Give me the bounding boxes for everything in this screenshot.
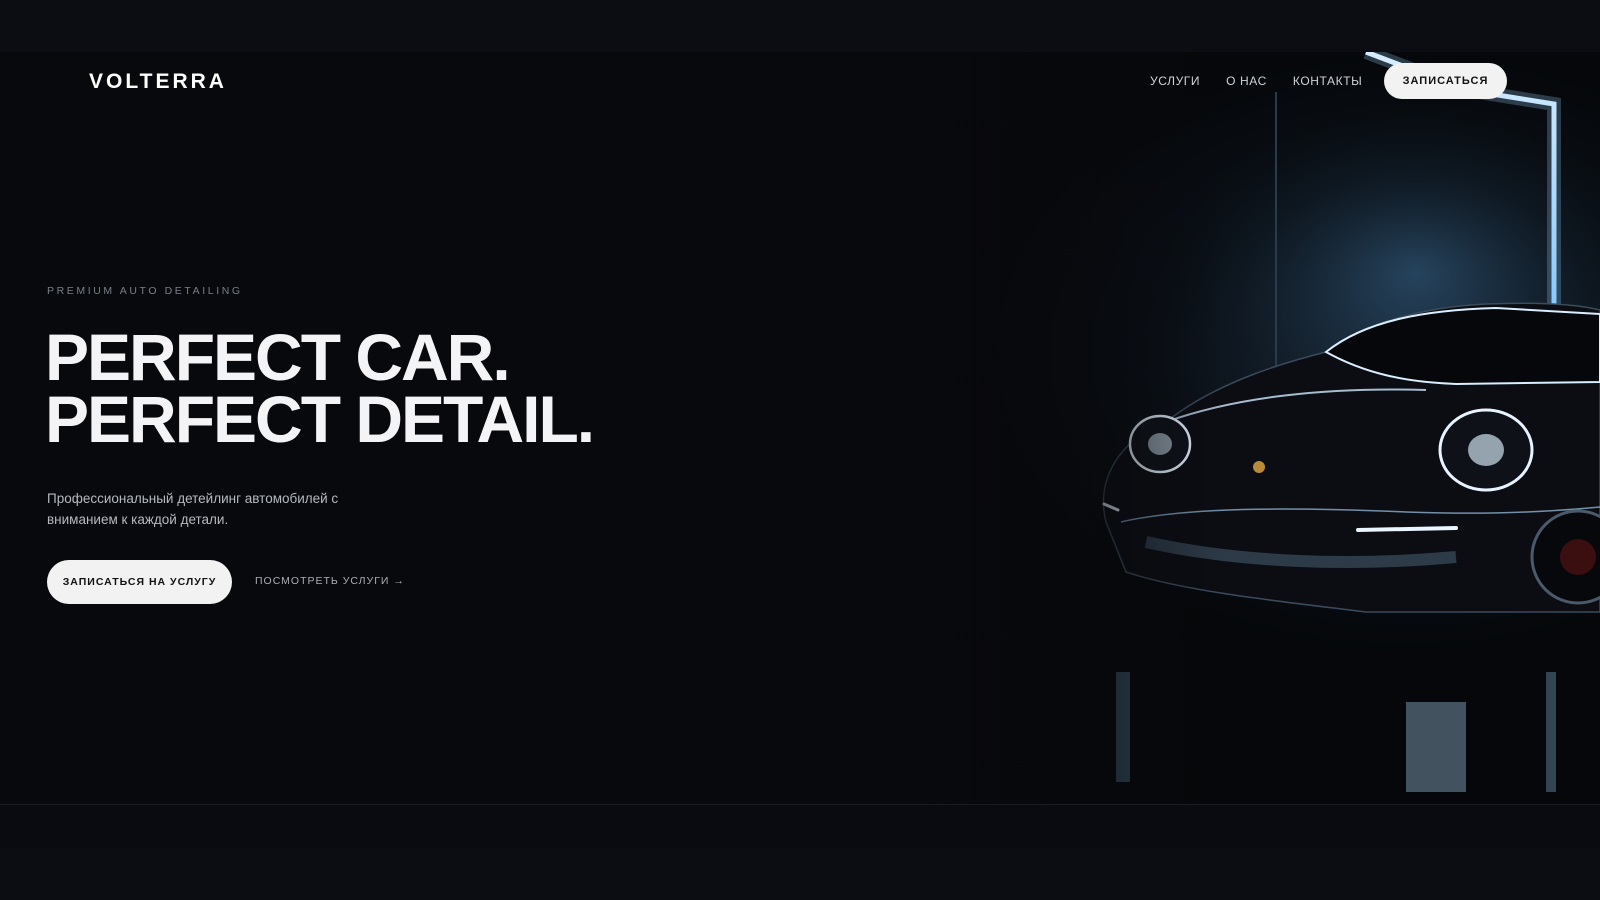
nav-link-about[interactable]: О НАС: [1226, 74, 1267, 88]
site-header: VOLTERRA УСЛУГИ О НАС КОНТАКТЫ ЗАПИСАТЬС…: [0, 52, 1600, 112]
section-divider-band: [0, 804, 1600, 848]
hero-eyebrow: PREMIUM AUTO DETAILING: [47, 285, 243, 297]
nav-link-services[interactable]: УСЛУГИ: [1150, 74, 1200, 88]
brand-logo[interactable]: VOLTERRA: [89, 70, 227, 94]
car-illustration: [766, 52, 1600, 804]
hero-headline: PERFECT CAR. PERFECT DETAIL.: [45, 320, 595, 456]
book-service-button[interactable]: ЗАПИСАТЬСЯ НА УСЛУГУ: [47, 560, 232, 604]
hero-headline-line-1: PERFECT CAR.: [45, 320, 511, 394]
nav-link-contacts[interactable]: КОНТАКТЫ: [1293, 74, 1363, 88]
hero-section: VOLTERRA УСЛУГИ О НАС КОНТАКТЫ ЗАПИСАТЬС…: [0, 52, 1600, 804]
page-bottom-band: [0, 848, 1600, 900]
main-nav: УСЛУГИ О НАС КОНТАКТЫ: [1150, 74, 1388, 88]
hero-headline-line-2: PERFECT DETAIL.: [45, 382, 595, 456]
hero-car-image: [766, 52, 1600, 804]
view-services-link[interactable]: ПОСМОТРЕТЬ УСЛУГИ →: [255, 575, 405, 587]
signup-header-button[interactable]: ЗАПИСАТЬСЯ: [1384, 63, 1507, 99]
hero-subtitle: Профессиональный детейлинг автомобилей с…: [47, 491, 339, 527]
